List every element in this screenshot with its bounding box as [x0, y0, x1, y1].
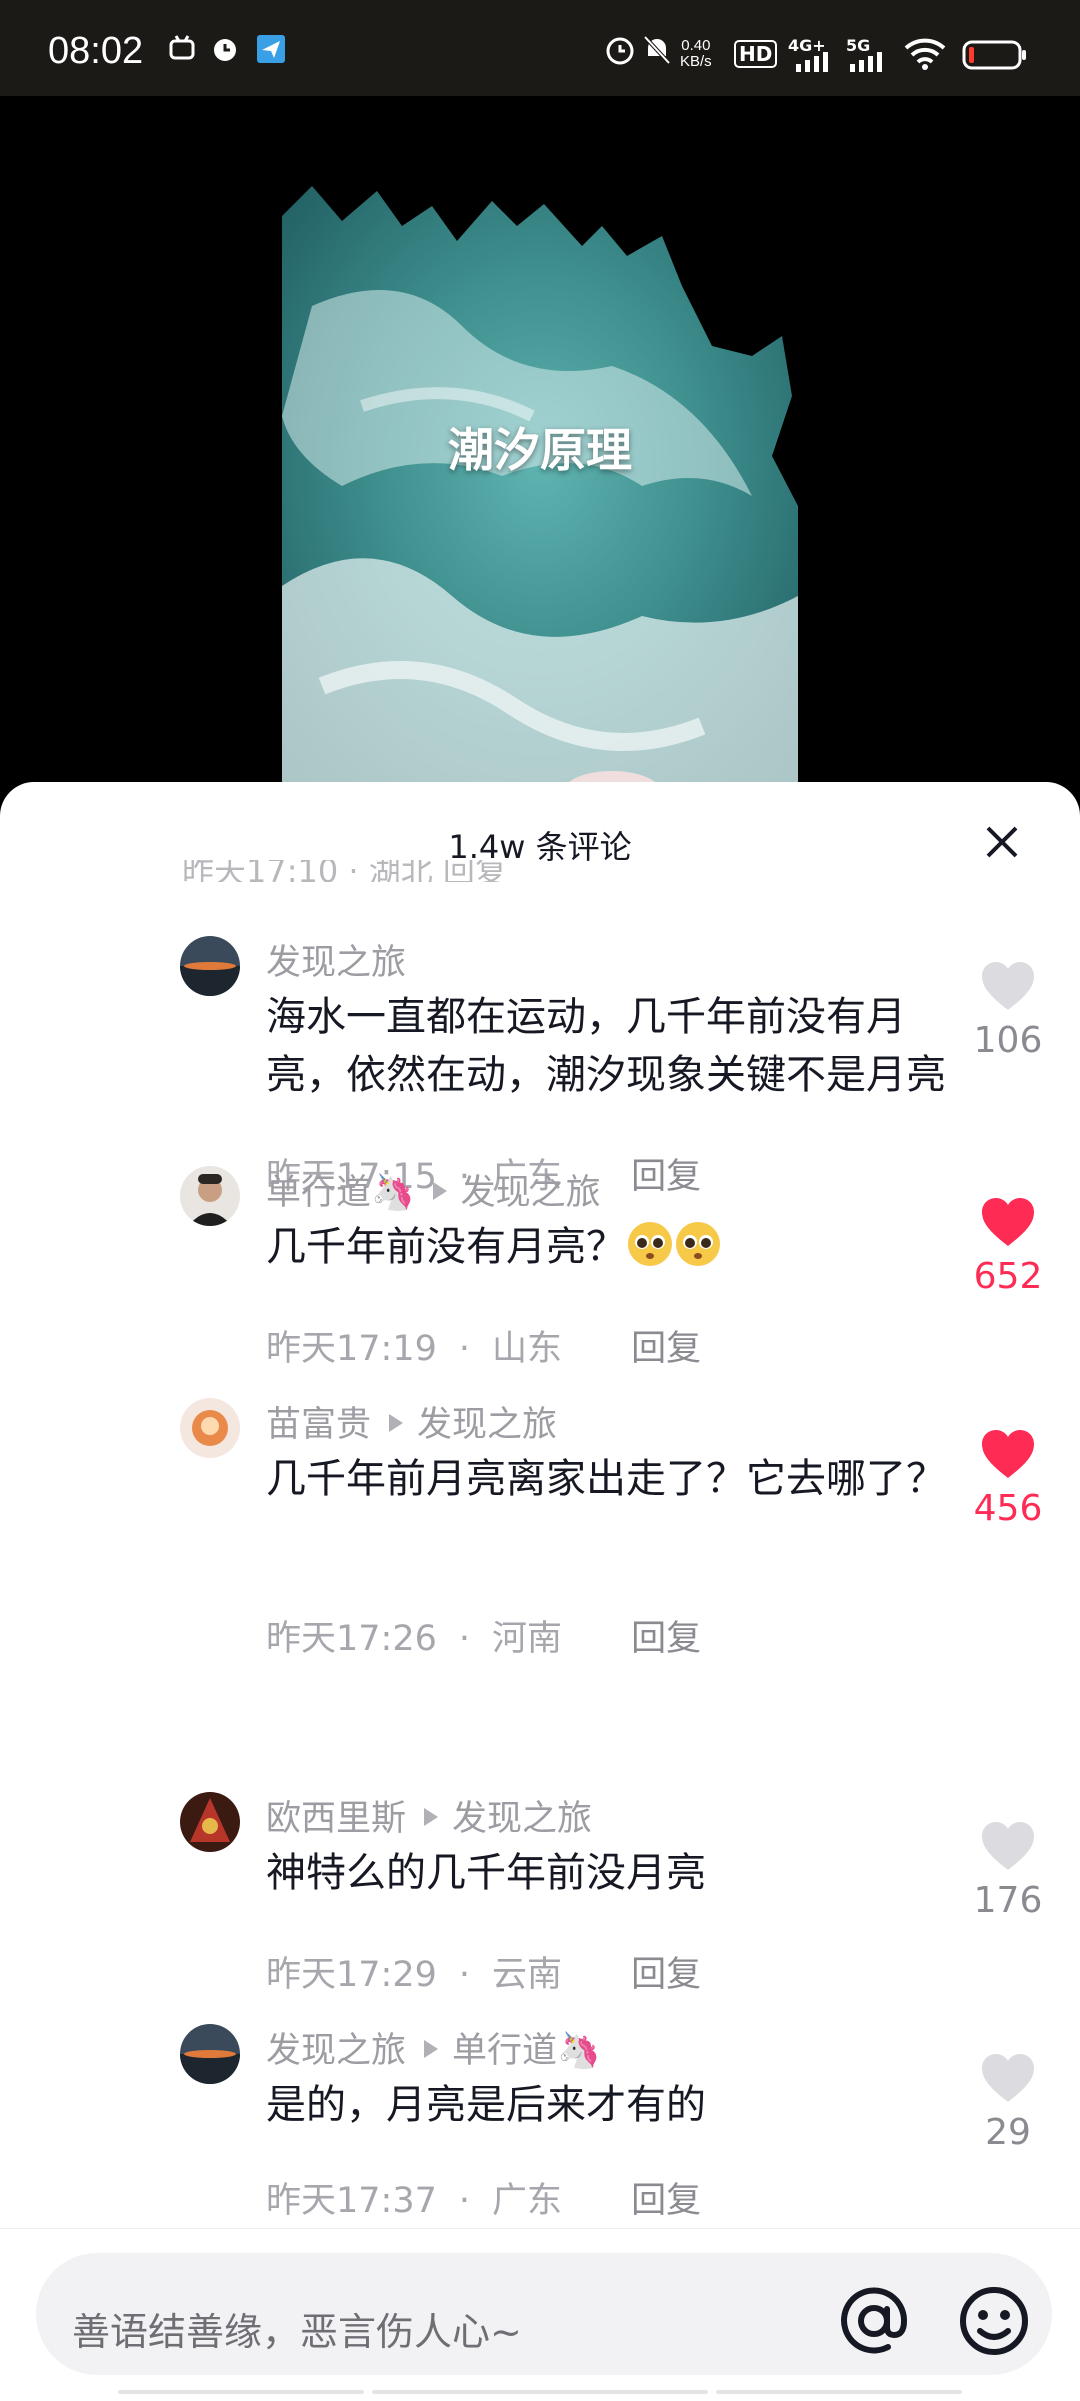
nav-gesture-bar [716, 2390, 962, 2394]
heart-filled-icon [982, 1198, 1034, 1246]
bilibili-icon [169, 35, 195, 60]
avatar[interactable] [180, 1166, 240, 1226]
username-text[interactable]: 欧西里斯 [266, 1799, 406, 1839]
reply-arrow-icon [432, 1182, 447, 1200]
comment-input-placeholder[interactable]: 善语结善缘，恶言伤人心~ [72, 2301, 522, 2356]
comment-time: 昨天17:29 [266, 1955, 437, 1995]
comment-username[interactable]: 发现之旅 单行道🦄 [266, 2022, 601, 2073]
comment-item: 单行道🦄 发现之旅 几千年前没有月亮？ 昨天17:19·山东·回复 652 [0, 1160, 1080, 1380]
comment-item: 苗富贵发现之旅 几千年前月亮离家出走了？它去哪了？ 昨天17:26·河南·回复 … [0, 1392, 1080, 1659]
signal-bars-icon-2 [850, 52, 882, 72]
mute-icon [643, 35, 671, 65]
nav-gesture-bar [372, 2390, 708, 2394]
comment-meta: 昨天17:37·广东·回复 [266, 2181, 702, 2221]
comment-time: 昨天17:37 [266, 2181, 437, 2221]
mention-at-icon[interactable] [838, 2285, 910, 2357]
comment-meta: 昨天17:19·山东·回复 [266, 1329, 702, 1369]
comment-text: 是的，月亮是后来才有的 [266, 2082, 706, 2128]
username-text[interactable]: 发现之旅 [266, 2031, 406, 2071]
status-bar: 08:02 0.40 KB/s HD 4G+ 5G [0, 0, 1080, 96]
like-count: 176 [973, 1880, 1043, 1921]
wifi-icon [904, 38, 946, 70]
like-button[interactable]: 106 [960, 960, 1056, 1061]
username-text[interactable]: 单行道🦄 [266, 1173, 415, 1213]
reply-arrow-icon [389, 1414, 404, 1432]
comment-text-body: 几千年前没有月亮？ [266, 1224, 626, 1270]
pleading-face-emoji-icon [628, 1222, 672, 1266]
heart-outline-icon [982, 1822, 1034, 1870]
comment-text: 海水一直都在运动，几千年前没有月亮，依然在动，潮汐现象关键不是月亮 [266, 994, 946, 1098]
like-count: 456 [973, 1488, 1043, 1529]
emoji-icon[interactable] [958, 2285, 1030, 2357]
alarm-icon [214, 39, 236, 61]
heart-outline-icon [982, 962, 1034, 1010]
net-speed-unit: KB/s [680, 53, 712, 70]
comment-username[interactable]: 单行道🦄 发现之旅 [266, 1164, 601, 1215]
reply-button[interactable]: 回复 [631, 1619, 701, 1659]
username-text[interactable]: 发现之旅 [266, 943, 406, 983]
avatar[interactable] [180, 2024, 240, 2084]
comment-region: 广东 [492, 2181, 563, 2221]
status-time: 08:02 [48, 30, 144, 72]
comment-text: 几千年前没有月亮？ [266, 1218, 946, 1276]
like-button[interactable]: 652 [960, 1196, 1056, 1297]
reply-to-username[interactable]: 发现之旅 [417, 1405, 557, 1445]
like-count: 106 [973, 1020, 1043, 1061]
video-title-overlay: 潮汐原理 [448, 423, 632, 477]
reply-to-username[interactable]: 单行道🦄 [452, 2031, 601, 2071]
comment-item: 发现之旅 单行道🦄 是的，月亮是后来才有的 昨天17:37·广东·回复 29 [0, 2024, 1080, 2240]
comment-meta: 昨天17:26·河南·回复 [266, 1619, 702, 1659]
app-notification-icon [257, 35, 285, 63]
comment-username[interactable]: 发现之旅 [266, 934, 406, 985]
comment-item: 发现之旅 海水一直都在运动，几千年前没有月亮，依然在动，潮汐现象关键不是月亮 昨… [0, 930, 1080, 1197]
comment-item: 欧西里斯 发现之旅 神特么的几千年前没月亮 昨天17:29·云南·回复 176 [0, 1792, 1080, 2030]
comment-time: 昨天17:19 [266, 1329, 437, 1369]
comment-text: 几千年前月亮离家出走了？它去哪了？ [266, 1456, 946, 1502]
reply-button[interactable]: 回复 [631, 1329, 701, 1369]
heart-filled-icon [982, 1430, 1034, 1478]
comment-region: 云南 [492, 1955, 563, 1995]
like-button[interactable]: 456 [960, 1428, 1056, 1529]
hd-badge: HD [734, 40, 778, 68]
comment-sheet: 1.4w 条评论 昨天17:10 · 湖北 回复 发现之旅 海水一直都在运动，几… [0, 782, 1080, 2400]
comment-count: 1.4w 条评论 [448, 828, 632, 866]
signal-bars-icon [796, 52, 828, 72]
pleading-face-emoji-icon [676, 1222, 720, 1266]
avatar[interactable] [180, 1792, 240, 1852]
video-player[interactable]: 潮汐原理 [0, 96, 1080, 796]
net-speed-value: 0.40 [681, 37, 711, 54]
avatar[interactable] [180, 1398, 240, 1458]
heart-outline-icon [982, 2054, 1034, 2102]
like-count: 652 [973, 1256, 1043, 1297]
like-button[interactable]: 29 [960, 2052, 1056, 2153]
close-icon[interactable] [982, 822, 1022, 862]
comment-region: 山东 [492, 1329, 563, 1369]
comment-sheet-header: 1.4w 条评论 [0, 782, 1080, 872]
comment-time: 昨天17:26 [266, 1619, 437, 1659]
like-button[interactable]: 176 [960, 1820, 1056, 1921]
username-text[interactable]: 苗富贵 [266, 1405, 371, 1445]
partial-comment-meta: 昨天17:10 · 湖北 回复 [182, 860, 507, 882]
reply-to-username[interactable]: 发现之旅 [461, 1173, 601, 1213]
reply-button[interactable]: 回复 [631, 1955, 701, 1995]
battery-icon [962, 40, 1026, 70]
avatar[interactable] [180, 936, 240, 996]
comment-username[interactable]: 欧西里斯 发现之旅 [266, 1790, 592, 1841]
comment-text: 神特么的几千年前没月亮 [266, 1850, 706, 1896]
alarm-status-icon [606, 37, 634, 65]
nav-gesture-bar [118, 2390, 364, 2394]
comment-region: 河南 [492, 1619, 563, 1659]
reply-to-username[interactable]: 发现之旅 [452, 1799, 592, 1839]
reply-arrow-icon [424, 1808, 439, 1826]
comment-meta: 昨天17:29·云南·回复 [266, 1955, 702, 1995]
comment-username[interactable]: 苗富贵 发现之旅 [266, 1396, 557, 1447]
reply-button[interactable]: 回复 [631, 2181, 701, 2221]
net-speed: 0.40 KB/s [680, 38, 712, 70]
comment-input-bar: 善语结善缘，恶言伤人心~ [0, 2228, 1080, 2401]
reply-arrow-icon [424, 2040, 439, 2058]
video-frame-ocean-wave [282, 186, 798, 796]
like-count: 29 [985, 2112, 1031, 2153]
